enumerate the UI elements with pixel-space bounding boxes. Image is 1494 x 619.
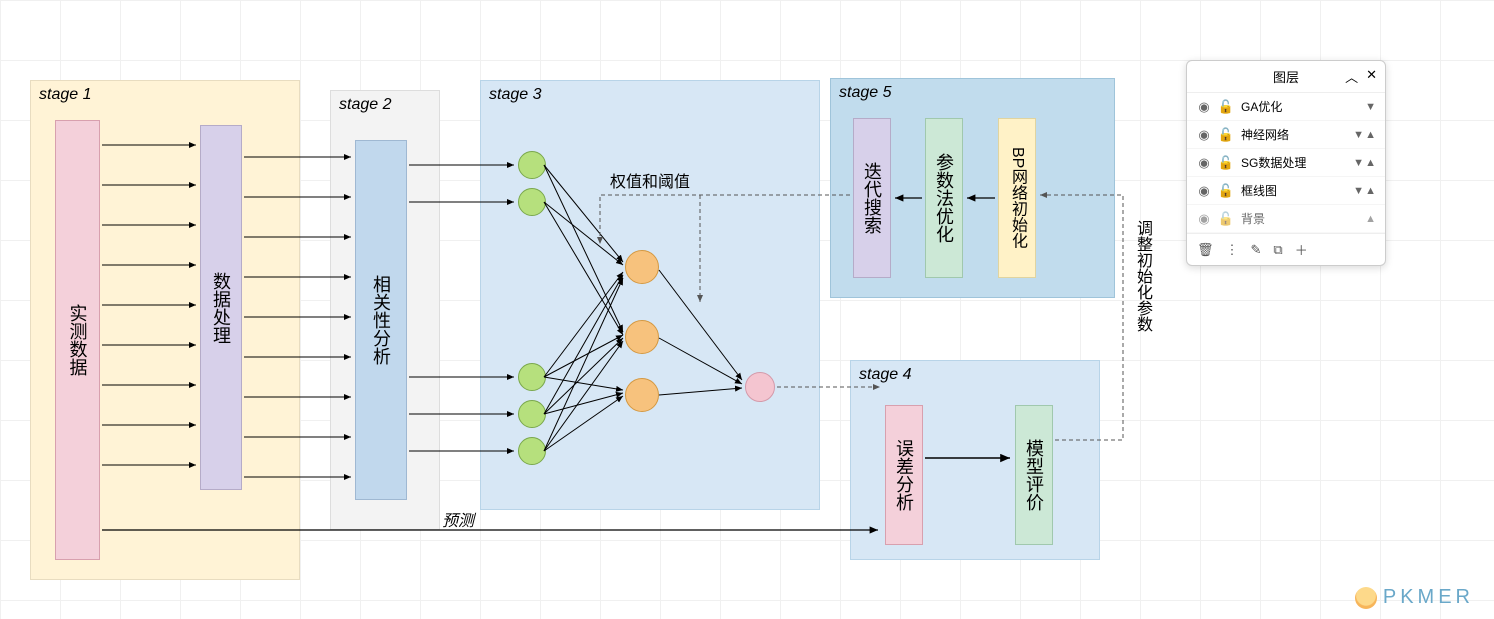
block-data-proc[interactable]: 数据处理 xyxy=(200,125,242,490)
more-icon[interactable]: ⋮ xyxy=(1226,242,1239,258)
nn-input-3[interactable] xyxy=(518,363,546,391)
layer-name: SG数据处理 xyxy=(1241,154,1345,171)
block-data-proc-label: 数据处理 xyxy=(208,272,234,344)
block-iter-search[interactable]: 迭代搜索 xyxy=(853,118,891,278)
layers-panel-header[interactable]: 图层 ︿ ✕ xyxy=(1187,61,1385,93)
block-param-opt-label: 参数法优化 xyxy=(931,153,957,243)
layer-row[interactable]: ◉ 🔓 框线图 ▼ ▲ xyxy=(1187,177,1385,205)
reorder-icon[interactable]: ▼ xyxy=(1365,101,1375,113)
nn-input-1[interactable] xyxy=(518,151,546,179)
block-raw-data-label: 实测数据 xyxy=(65,304,91,376)
copy-icon[interactable]: ⧉ xyxy=(1273,242,1282,258)
block-model-eval-label: 模型评价 xyxy=(1021,439,1047,511)
lock-icon[interactable]: 🔓 xyxy=(1219,100,1233,114)
lock-icon[interactable]: 🔓 xyxy=(1219,156,1233,170)
stage-1-label: stage 1 xyxy=(39,86,91,104)
watermark: PKMER xyxy=(1355,586,1474,609)
block-model-eval[interactable]: 模型评价 xyxy=(1015,405,1053,545)
nn-input-5[interactable] xyxy=(518,437,546,465)
reorder-icon[interactable]: ▼ ▲ xyxy=(1353,157,1375,169)
watermark-logo-icon xyxy=(1355,587,1377,609)
layers-list: ◉ 🔓 GA优化 ▼ ◉ 🔓 神经网络 ▼ ▲ ◉ 🔓 SG数据处理 ▼ ▲ ◉… xyxy=(1187,93,1385,233)
layer-row[interactable]: ◉ 🔓 SG数据处理 ▼ ▲ xyxy=(1187,149,1385,177)
watermark-text: PKMER xyxy=(1383,586,1474,609)
block-raw-data[interactable]: 实测数据 xyxy=(55,120,100,560)
lock-icon[interactable]: 🔓 xyxy=(1219,128,1233,142)
stage-2-label: stage 2 xyxy=(339,96,391,114)
layers-toolbar: 🗑 ⋮ ✎ ⧉ ＋ xyxy=(1187,233,1385,265)
reorder-icon[interactable]: ▼ ▲ xyxy=(1353,185,1375,197)
layers-panel[interactable]: 图层 ︿ ✕ ◉ 🔓 GA优化 ▼ ◉ 🔓 神经网络 ▼ ▲ ◉ 🔓 SG数据处… xyxy=(1186,60,1386,266)
block-error-analysis[interactable]: 误差分析 xyxy=(885,405,923,545)
layer-name: 神经网络 xyxy=(1241,126,1345,143)
block-corr-analysis-label: 相关性分析 xyxy=(368,275,394,365)
block-corr-analysis[interactable]: 相关性分析 xyxy=(355,140,407,500)
eye-icon[interactable]: ◉ xyxy=(1197,128,1211,142)
layer-name: 背景 xyxy=(1241,210,1357,227)
lock-icon[interactable]: 🔓 xyxy=(1219,212,1233,226)
stage-3-label: stage 3 xyxy=(489,86,541,104)
edit-icon[interactable]: ✎ xyxy=(1251,242,1262,258)
nn-hidden-3[interactable] xyxy=(625,378,659,412)
nn-input-2[interactable] xyxy=(518,188,546,216)
layer-name: GA优化 xyxy=(1241,98,1357,115)
block-bp-init-label: BP网络初始化 xyxy=(1005,147,1029,248)
block-error-analysis-label: 误差分析 xyxy=(891,439,917,511)
collapse-icon[interactable]: ︿ xyxy=(1345,67,1358,86)
nn-hidden-2[interactable] xyxy=(625,320,659,354)
nn-output[interactable] xyxy=(745,372,775,402)
delete-icon[interactable]: 🗑 xyxy=(1197,242,1214,258)
close-icon[interactable]: ✕ xyxy=(1366,67,1377,86)
eye-icon[interactable]: ◉ xyxy=(1197,156,1211,170)
block-param-opt[interactable]: 参数法优化 xyxy=(925,118,963,278)
stage-4-label: stage 4 xyxy=(859,366,911,384)
add-icon[interactable]: ＋ xyxy=(1295,240,1308,259)
layer-row[interactable]: ◉ 🔓 GA优化 ▼ xyxy=(1187,93,1385,121)
label-adjust-params: 调整初始化参数 xyxy=(1130,220,1154,332)
reorder-icon[interactable]: ▲ xyxy=(1365,213,1375,225)
label-weights: 权值和阈值 xyxy=(610,168,690,192)
label-predict: 预测 xyxy=(442,507,474,531)
reorder-icon[interactable]: ▼ ▲ xyxy=(1353,129,1375,141)
block-bp-init[interactable]: BP网络初始化 xyxy=(998,118,1036,278)
layers-panel-title: 图层 xyxy=(1273,67,1299,86)
diagram-canvas[interactable]: stage 1 stage 2 stage 3 stage 5 stage 4 … xyxy=(20,60,1170,580)
lock-icon[interactable]: 🔓 xyxy=(1219,184,1233,198)
block-iter-search-label: 迭代搜索 xyxy=(859,162,885,234)
eye-icon[interactable]: ◉ xyxy=(1197,212,1211,226)
nn-input-4[interactable] xyxy=(518,400,546,428)
layer-row[interactable]: ◉ 🔓 神经网络 ▼ ▲ xyxy=(1187,121,1385,149)
eye-icon[interactable]: ◉ xyxy=(1197,100,1211,114)
layer-name: 框线图 xyxy=(1241,182,1345,199)
layer-row[interactable]: ◉ 🔓 背景 ▲ xyxy=(1187,205,1385,233)
eye-icon[interactable]: ◉ xyxy=(1197,184,1211,198)
nn-hidden-1[interactable] xyxy=(625,250,659,284)
stage-5-label: stage 5 xyxy=(839,84,891,102)
